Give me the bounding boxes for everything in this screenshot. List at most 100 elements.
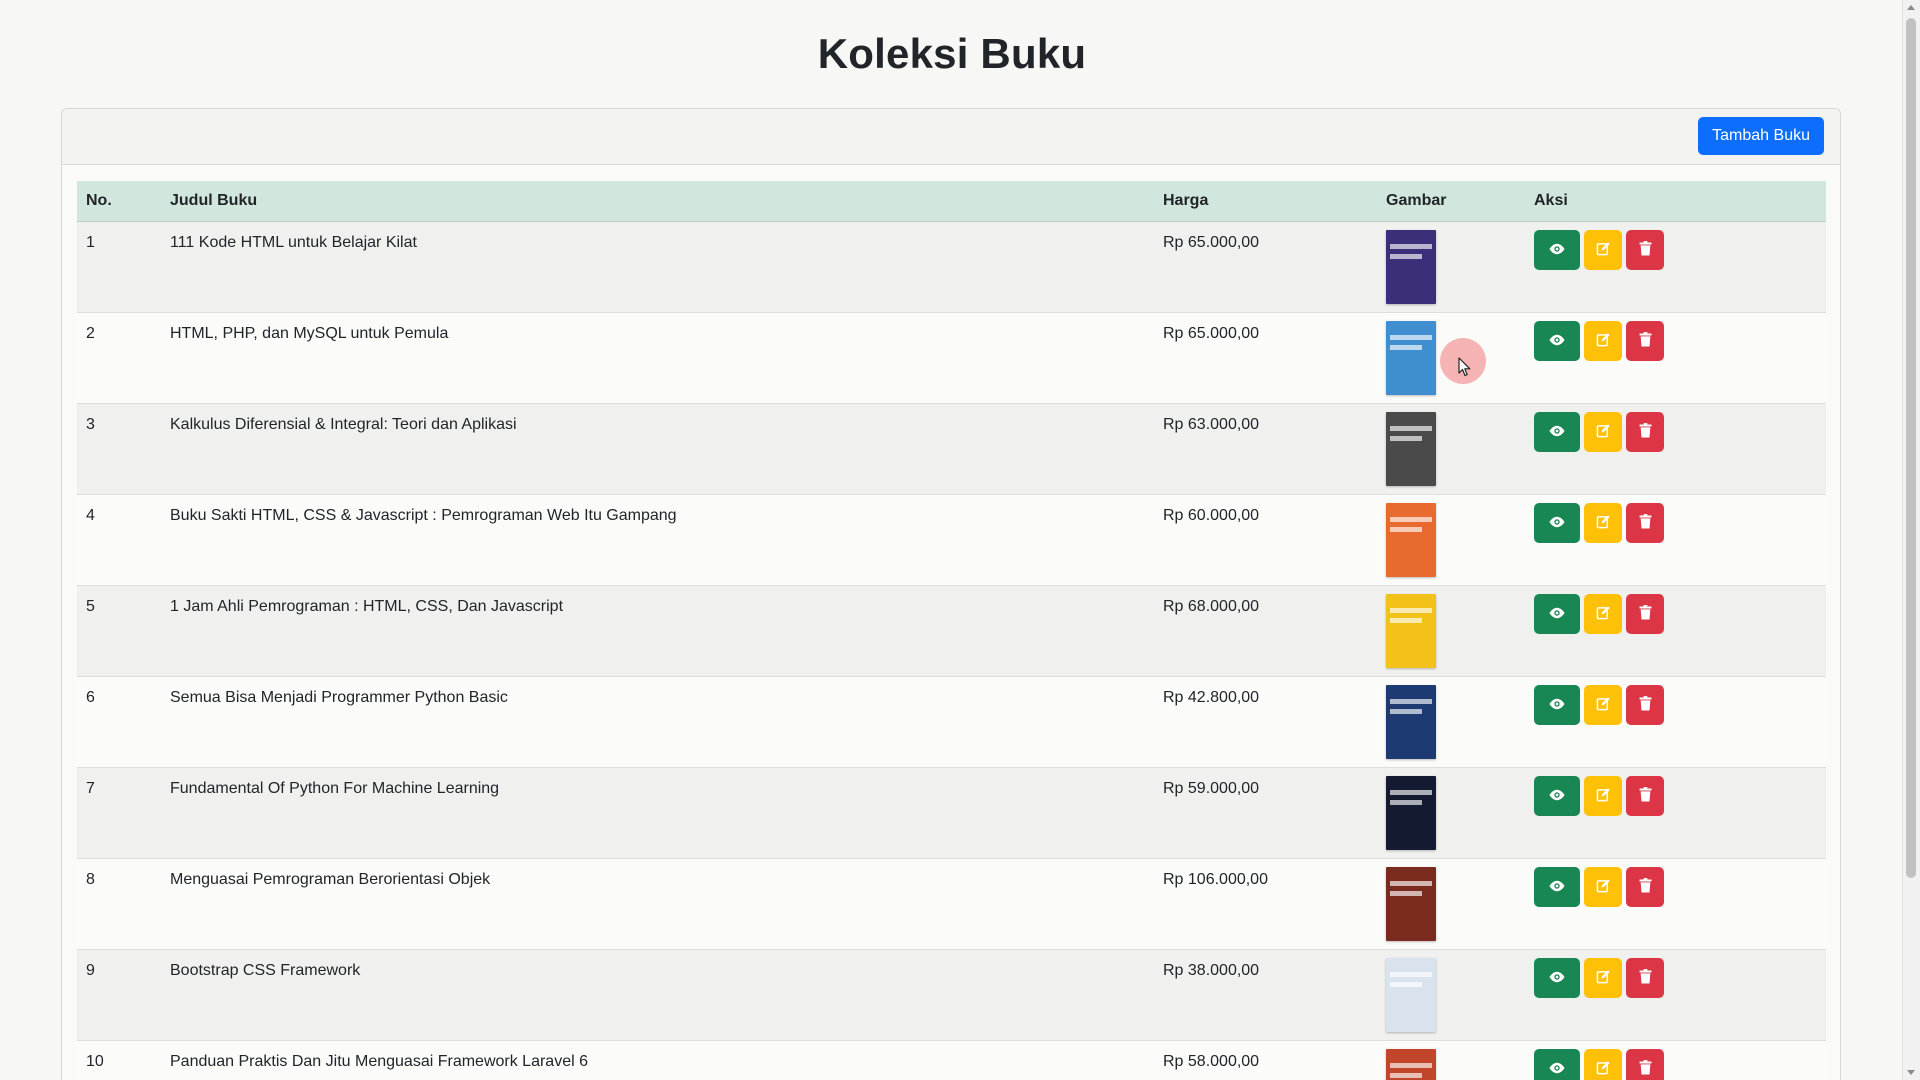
eye-icon [1548, 515, 1566, 532]
view-book-button[interactable] [1534, 503, 1580, 543]
eye-icon [1548, 242, 1566, 259]
edit-book-button[interactable] [1584, 594, 1622, 634]
trash-icon [1638, 241, 1652, 259]
view-book-button[interactable] [1534, 958, 1580, 998]
edit-icon [1596, 241, 1611, 259]
cell-no: 9 [77, 949, 161, 1041]
cell-price: Rp 38.000,00 [1154, 949, 1377, 1041]
table-row: 10 Panduan Praktis Dan Jitu Menguasai Fr… [77, 1040, 1826, 1080]
header-no: No. [77, 181, 161, 222]
cell-price: Rp 65.000,00 [1154, 312, 1377, 404]
cell-actions [1525, 312, 1826, 404]
cell-title: Buku Sakti HTML, CSS & Javascript : Pemr… [161, 494, 1154, 586]
cell-price: Rp 60.000,00 [1154, 494, 1377, 586]
page-title: Koleksi Buku [817, 30, 1087, 77]
eye-icon [1548, 697, 1566, 714]
view-book-button[interactable] [1534, 230, 1580, 270]
table-row: 9 Bootstrap CSS Framework Rp 38.000,00 [77, 949, 1826, 1041]
header-row: No. Judul Buku Harga Gambar Aksi [77, 181, 1826, 222]
book-card: Tambah Buku No. Judul Buku Harga Gambar … [61, 108, 1841, 1080]
edit-icon [1596, 332, 1611, 350]
delete-book-button[interactable] [1626, 958, 1664, 998]
cell-image [1377, 221, 1525, 313]
row-actions [1534, 685, 1817, 725]
cell-title: HTML, PHP, dan MySQL untuk Pemula [161, 312, 1154, 404]
view-book-button[interactable] [1534, 776, 1580, 816]
row-actions [1534, 1049, 1817, 1080]
cell-actions [1525, 494, 1826, 586]
row-actions [1534, 594, 1817, 634]
edit-book-button[interactable] [1584, 867, 1622, 907]
book-cover-image [1386, 594, 1436, 668]
delete-book-button[interactable] [1626, 412, 1664, 452]
book-cover-image [1386, 503, 1436, 577]
scrollbar-thumb[interactable] [1906, 18, 1916, 878]
table-header: No. Judul Buku Harga Gambar Aksi [77, 181, 1826, 222]
cell-price: Rp 42.800,00 [1154, 676, 1377, 768]
delete-book-button[interactable] [1626, 594, 1664, 634]
row-actions [1534, 776, 1817, 816]
trash-icon [1638, 423, 1652, 441]
cell-no: 7 [77, 767, 161, 859]
edit-book-button[interactable] [1584, 958, 1622, 998]
eye-icon [1548, 970, 1566, 987]
trash-icon [1638, 514, 1652, 532]
cell-title: Panduan Praktis Dan Jitu Menguasai Frame… [161, 1040, 1154, 1080]
header-title: Judul Buku [161, 181, 1154, 222]
row-actions [1534, 503, 1817, 543]
edit-book-button[interactable] [1584, 503, 1622, 543]
cell-actions [1525, 949, 1826, 1041]
book-cover-image [1386, 412, 1436, 486]
edit-icon [1596, 423, 1611, 441]
edit-book-button[interactable] [1584, 230, 1622, 270]
cell-no: 10 [77, 1040, 161, 1080]
delete-book-button[interactable] [1626, 685, 1664, 725]
view-book-button[interactable] [1534, 412, 1580, 452]
cell-image [1377, 403, 1525, 495]
cell-actions [1525, 858, 1826, 950]
trash-icon [1638, 332, 1652, 350]
trash-icon [1638, 969, 1652, 987]
table-row: 1 111 Kode HTML untuk Belajar Kilat Rp 6… [77, 221, 1826, 313]
book-table-wrapper: No. Judul Buku Harga Gambar Aksi 1 111 K… [77, 181, 1826, 1080]
view-book-button[interactable] [1534, 685, 1580, 725]
scroll-down-arrow-icon[interactable] [1907, 1070, 1915, 1075]
cell-price: Rp 58.000,00 [1154, 1040, 1377, 1080]
cell-no: 4 [77, 494, 161, 586]
book-cover-image [1386, 321, 1436, 395]
edit-book-button[interactable] [1584, 321, 1622, 361]
edit-book-button[interactable] [1584, 1049, 1622, 1080]
cell-title: 1 Jam Ahli Pemrograman : HTML, CSS, Dan … [161, 585, 1154, 677]
edit-book-button[interactable] [1584, 412, 1622, 452]
cell-title: Menguasai Pemrograman Berorientasi Objek [161, 858, 1154, 950]
book-cover-image [1386, 1049, 1436, 1080]
view-book-button[interactable] [1534, 594, 1580, 634]
delete-book-button[interactable] [1626, 867, 1664, 907]
table-row: 7 Fundamental Of Python For Machine Lear… [77, 767, 1826, 859]
view-book-button[interactable] [1534, 867, 1580, 907]
cell-actions [1525, 676, 1826, 768]
mouse-cursor-icon [1458, 357, 1471, 377]
book-cover-image [1386, 958, 1436, 1032]
scroll-up-arrow-icon[interactable] [1907, 5, 1915, 10]
delete-book-button[interactable] [1626, 1049, 1664, 1080]
delete-book-button[interactable] [1626, 503, 1664, 543]
delete-book-button[interactable] [1626, 776, 1664, 816]
cell-image [1377, 767, 1525, 859]
table-row: 2 HTML, PHP, dan MySQL untuk Pemula Rp 6… [77, 312, 1826, 404]
edit-book-button[interactable] [1584, 776, 1622, 816]
eye-icon [1548, 1061, 1566, 1078]
delete-book-button[interactable] [1626, 230, 1664, 270]
view-book-button[interactable] [1534, 1049, 1580, 1080]
cell-image [1377, 949, 1525, 1041]
cell-no: 6 [77, 676, 161, 768]
edit-icon [1596, 787, 1611, 805]
vertical-scrollbar[interactable] [1902, 0, 1920, 1080]
table-row: 5 1 Jam Ahli Pemrograman : HTML, CSS, Da… [77, 585, 1826, 677]
add-book-button[interactable]: Tambah Buku [1698, 117, 1824, 155]
delete-book-button[interactable] [1626, 321, 1664, 361]
cell-price: Rp 63.000,00 [1154, 403, 1377, 495]
cell-no: 2 [77, 312, 161, 404]
edit-book-button[interactable] [1584, 685, 1622, 725]
view-book-button[interactable] [1534, 321, 1580, 361]
